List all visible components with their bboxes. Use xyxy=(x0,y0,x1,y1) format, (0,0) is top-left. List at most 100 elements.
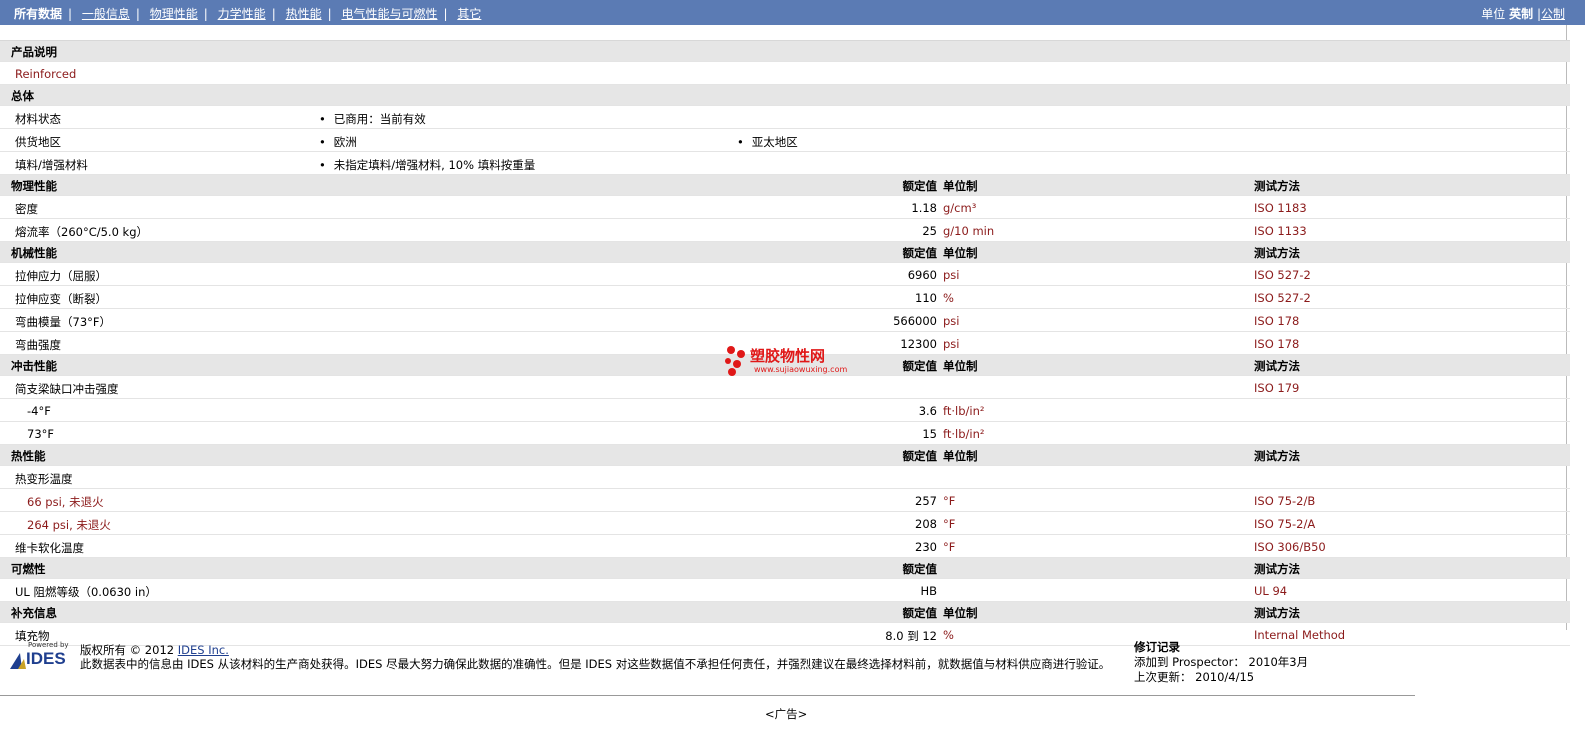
row-method: ISO 178 xyxy=(1254,314,1300,328)
table-row: 66 psi, 未退火 257 °F ISO 75-2/B xyxy=(0,489,1570,512)
revision-title: 修订记录 xyxy=(1134,640,1180,654)
col-method: 测试方法 xyxy=(1254,449,1300,463)
watermark-dots-icon xyxy=(725,346,745,376)
col-rated: 额定值 xyxy=(902,359,938,373)
section-title: 补充信息 xyxy=(11,606,57,620)
section-header-physical: 物理性能 额定值 单位制 测试方法 xyxy=(0,175,1570,196)
section-header-flammability: 可燃性 额定值 测试方法 xyxy=(0,558,1570,579)
col-rated: 额定值 xyxy=(902,246,938,260)
tab-mechanical[interactable]: 力学性能 xyxy=(218,7,266,21)
table-row: UL 阻燃等级（0.0630 in） HB UL 94 xyxy=(0,579,1570,602)
description-text: Reinforced xyxy=(15,67,77,81)
powered-by-text: Powered by xyxy=(28,641,69,649)
row-value: 亚太地区 xyxy=(737,134,798,150)
row-label: 填料/增强材料 xyxy=(15,158,88,172)
row-value: 15 xyxy=(922,427,937,441)
row-label: 拉伸应变（断裂） xyxy=(15,292,107,306)
row-label: 66 psi, 未退火 xyxy=(27,495,104,509)
row-value: HB xyxy=(920,584,937,598)
ides-logo: Powered by IDES xyxy=(8,641,70,671)
col-method: 测试方法 xyxy=(1254,246,1300,260)
table-row: 维卡软化温度 230 °F ISO 306/B50 xyxy=(0,535,1570,558)
revision-added: 添加到 Prospector： 2010年3月 xyxy=(1134,655,1309,669)
row-method: ISO 179 xyxy=(1254,381,1300,395)
copyright-text: 版权所有 © 2012 xyxy=(80,643,175,657)
revision-updated: 上次更新： 2010/4/15 xyxy=(1134,670,1255,684)
table-row: 熔流率（260°C/5.0 kg） 25 g/10 min ISO 1133 xyxy=(0,219,1570,242)
row-method: ISO 75-2/A xyxy=(1254,517,1316,531)
unit-imperial[interactable]: 英制 xyxy=(1509,7,1533,21)
advertisement-label: <广告> xyxy=(765,707,808,721)
row-label: 密度 xyxy=(15,202,38,216)
row-label: 弯曲强度 xyxy=(15,338,61,352)
col-rated: 额定值 xyxy=(902,562,938,576)
row-method: ISO 306/B50 xyxy=(1254,540,1326,554)
table-row: 拉伸应变（断裂） 110 % ISO 527-2 xyxy=(0,286,1570,309)
section-header-general: 总体 xyxy=(0,85,1570,106)
col-method: 测试方法 xyxy=(1254,562,1300,576)
row-method: ISO 178 xyxy=(1254,337,1300,351)
datasheet-table: 产品说明 Reinforced 总体 材料状态 已商用：当前有效 供货地区 欧洲… xyxy=(0,40,1570,646)
row-unit: g/cm³ xyxy=(943,201,977,215)
unit-metric[interactable]: 公制 xyxy=(1541,7,1565,21)
row-label: 73°F xyxy=(27,427,54,441)
table-row: 73°F 15 ft·lb/in² xyxy=(0,422,1570,445)
tab-physical[interactable]: 物理性能 xyxy=(150,7,198,21)
col-rated: 额定值 xyxy=(902,179,938,193)
row-unit: psi xyxy=(943,268,960,282)
section-title: 产品说明 xyxy=(11,45,57,59)
row-value: 110 xyxy=(915,291,937,305)
tab-thermal[interactable]: 热性能 xyxy=(286,7,322,21)
col-rated: 额定值 xyxy=(902,449,938,463)
table-row: 264 psi, 未退火 208 °F ISO 75-2/A xyxy=(0,512,1570,535)
row-method: ISO 1183 xyxy=(1254,201,1307,215)
col-unit: 单位制 xyxy=(943,246,978,260)
row-label: 264 psi, 未退火 xyxy=(27,518,111,532)
col-unit: 单位制 xyxy=(943,179,978,193)
section-title: 可燃性 xyxy=(11,562,46,576)
col-method: 测试方法 xyxy=(1254,179,1300,193)
tab-general-info[interactable]: 一般信息 xyxy=(82,7,130,21)
row-label: 弯曲模量（73°F） xyxy=(15,315,111,329)
section-title: 冲击性能 xyxy=(11,359,57,373)
row-unit: psi xyxy=(943,314,960,328)
col-rated: 额定值 xyxy=(902,606,938,620)
row-unit: °F xyxy=(943,517,956,531)
row-label: 简支梁缺口冲击强度 xyxy=(15,382,119,396)
section-title: 物理性能 xyxy=(11,179,57,193)
section-header-description: 产品说明 xyxy=(0,41,1570,62)
table-row: 热变形温度 xyxy=(0,466,1570,489)
tab-electrical-flammability[interactable]: 电气性能与可燃性 xyxy=(341,7,437,21)
row-method: ISO 75-2/B xyxy=(1254,494,1316,508)
row-method: ISO 527-2 xyxy=(1254,268,1311,282)
tab-other[interactable]: 其它 xyxy=(457,7,481,21)
row-method: ISO 1133 xyxy=(1254,224,1307,238)
row-label: 熔流率（260°C/5.0 kg） xyxy=(15,225,149,239)
supply-region-row: 供货地区 欧洲 亚太地区 xyxy=(0,129,1570,152)
description-row: Reinforced xyxy=(0,62,1570,85)
row-label: 热变形温度 xyxy=(15,472,73,486)
row-method: ISO 527-2 xyxy=(1254,291,1311,305)
row-value: 230 xyxy=(915,540,937,554)
footer-divider xyxy=(0,695,1415,696)
section-header-additional: 补充信息 额定值 单位制 测试方法 xyxy=(0,602,1570,623)
col-method: 测试方法 xyxy=(1254,606,1300,620)
ides-link[interactable]: IDES Inc. xyxy=(178,643,229,657)
watermark-url: www.sujiaowuxing.com xyxy=(754,365,848,374)
table-row: 拉伸应力（屈服） 6960 psi ISO 527-2 xyxy=(0,263,1570,286)
row-value: 已商用：当前有效 xyxy=(319,111,426,127)
data-tabs: 所有数据 | 一般信息 | 物理性能 | 力学性能 | 热性能 | 电气性能与可燃性 | 其… xyxy=(14,7,482,21)
row-label: 材料状态 xyxy=(15,112,61,126)
row-method: UL 94 xyxy=(1254,584,1288,598)
col-method: 测试方法 xyxy=(1254,359,1300,373)
col-unit: 单位制 xyxy=(943,359,978,373)
section-header-thermal: 热性能 额定值 单位制 测试方法 xyxy=(0,445,1570,466)
row-value: 未指定填料/增强材料, 10% 填料按重量 xyxy=(319,157,535,173)
table-row: 密度 1.18 g/cm³ ISO 1183 xyxy=(0,196,1570,219)
section-title: 机械性能 xyxy=(11,246,57,260)
row-value: 3.6 xyxy=(918,404,937,418)
watermark-title: 塑胶物性网 xyxy=(750,347,826,365)
filler-row: 填料/增强材料 未指定填料/增强材料, 10% 填料按重量 xyxy=(0,152,1570,175)
unit-selector: 单位 英制 |公制 xyxy=(1481,5,1565,22)
tab-all-data[interactable]: 所有数据 xyxy=(14,7,62,21)
